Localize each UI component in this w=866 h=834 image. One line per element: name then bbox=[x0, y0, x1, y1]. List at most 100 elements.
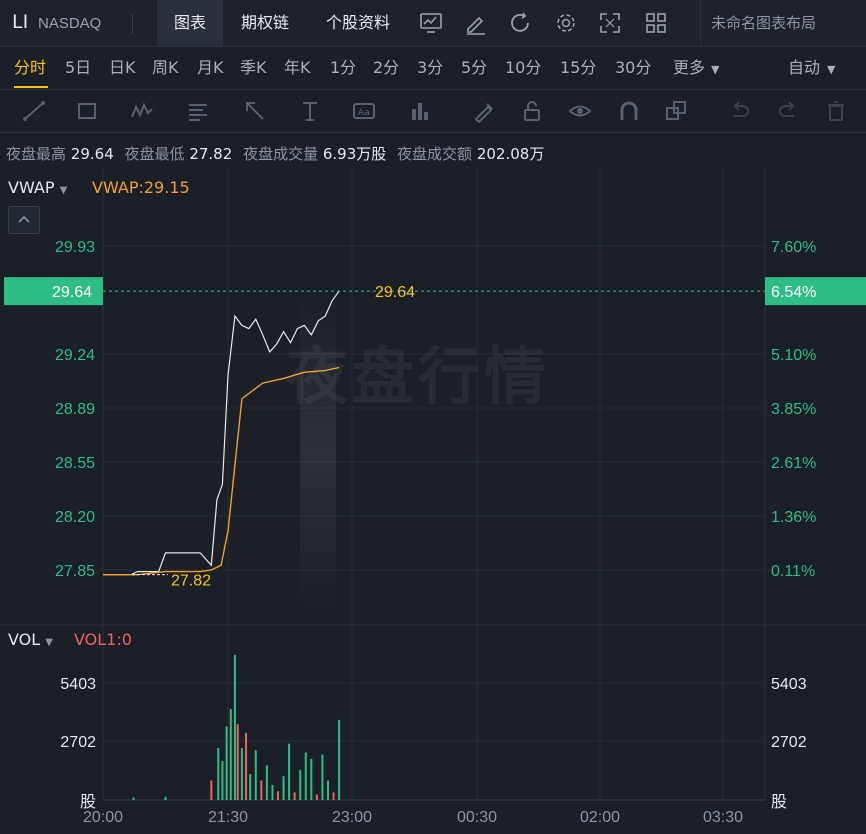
x-tick-label: 23:00 bbox=[332, 809, 372, 826]
chevron-down-icon: ▼ bbox=[827, 63, 836, 76]
y-tick-percent-label: 0.11% bbox=[771, 563, 815, 580]
tab-options-chain[interactable]: 期权链 bbox=[229, 0, 301, 46]
tab-stock-profile[interactable]: 个股资料 bbox=[312, 0, 404, 46]
mode-label: 自动 bbox=[788, 58, 821, 77]
vwap-name-label: VWAP bbox=[8, 178, 55, 197]
pattern-tool-icon[interactable] bbox=[130, 99, 154, 123]
symbol-label[interactable]: LI bbox=[12, 11, 28, 33]
period-5day[interactable]: 5日 bbox=[65, 47, 91, 89]
vwap-indicator-name[interactable]: VWAP ▼ bbox=[8, 178, 67, 197]
last-price-badge-text: 29.64 bbox=[52, 284, 92, 301]
period-timeshare[interactable]: 分时 bbox=[14, 47, 46, 89]
x-tick-label: 21:30 bbox=[208, 809, 248, 826]
y-tick-label: 28.20 bbox=[55, 509, 95, 526]
volume-bar bbox=[327, 780, 329, 800]
edit-icon[interactable] bbox=[464, 11, 488, 35]
period-15min[interactable]: 15分 bbox=[560, 47, 596, 89]
y-tick-label: 29.24 bbox=[55, 347, 95, 364]
refresh-icon[interactable] bbox=[508, 11, 532, 35]
vwap-indicator-value: VWAP:29.15 bbox=[92, 178, 190, 197]
last-percent-badge-text: 6.54% bbox=[771, 284, 816, 301]
y-tick-percent-label: 7.60% bbox=[771, 239, 816, 256]
stat-low-value: 27.82 bbox=[189, 145, 233, 163]
volume-bar bbox=[277, 791, 279, 800]
undo-icon[interactable] bbox=[728, 99, 752, 123]
chevron-down-icon: ▼ bbox=[59, 185, 68, 196]
y-tick-percent-label: 5.10% bbox=[771, 347, 816, 364]
x-tick-label: 20:00 bbox=[83, 809, 123, 826]
label-tool-icon[interactable]: Aa bbox=[352, 99, 376, 123]
price-chart[interactable]: 29.93 29.24 28.89 28.55 28.20 27.85 7.60% 5.10%… bbox=[0, 168, 866, 834]
svg-text:Aa: Aa bbox=[358, 108, 370, 118]
chart-grid bbox=[102, 168, 765, 800]
period-1min[interactable]: 1分 bbox=[330, 47, 356, 89]
volume-tick-label: 2702 bbox=[771, 734, 807, 751]
chevron-up-icon bbox=[18, 215, 30, 223]
tab-chart[interactable]: 图表 bbox=[157, 0, 223, 46]
period-quarter-k[interactable]: 季K bbox=[240, 47, 267, 89]
text-tool-icon[interactable] bbox=[298, 99, 322, 123]
trash-icon[interactable] bbox=[824, 99, 848, 123]
x-tick-label: 00:30 bbox=[457, 809, 497, 826]
period-3min[interactable]: 3分 bbox=[417, 47, 443, 89]
volume-profile-icon[interactable] bbox=[408, 99, 432, 123]
volume-name-label: VOL bbox=[8, 630, 41, 649]
y-tick-label: 27.85 bbox=[55, 563, 95, 580]
volume-bar bbox=[265, 765, 268, 800]
layout-name-button[interactable]: 未命名图表布局 bbox=[700, 0, 866, 46]
fullscreen-icon[interactable] bbox=[598, 11, 622, 35]
eye-icon[interactable] bbox=[568, 99, 592, 123]
volume-bar bbox=[210, 780, 213, 800]
brush-icon[interactable] bbox=[472, 99, 496, 123]
price-markers: 29.64 27.82 29.64 6.54% bbox=[4, 277, 866, 590]
grid-layout-icon[interactable] bbox=[644, 11, 668, 35]
low-price-label: 27.82 bbox=[171, 573, 211, 590]
period-30min[interactable]: 30分 bbox=[615, 47, 651, 89]
volume-bar bbox=[315, 794, 318, 800]
volume-bar bbox=[282, 776, 285, 800]
gear-icon[interactable] bbox=[554, 11, 578, 35]
stat-high-value: 29.64 bbox=[70, 145, 114, 163]
period-month-k[interactable]: 月K bbox=[197, 47, 224, 89]
y-tick-label: 28.89 bbox=[55, 401, 95, 418]
volume-bar bbox=[321, 754, 324, 800]
volume-bars bbox=[132, 654, 341, 800]
period-day-k[interactable]: 日K bbox=[109, 47, 136, 89]
arrow-tool-icon[interactable] bbox=[243, 99, 267, 123]
layers-icon[interactable] bbox=[664, 99, 688, 123]
period-2min[interactable]: 2分 bbox=[373, 47, 399, 89]
volume-bar bbox=[254, 750, 257, 800]
y-tick-label: 29.93 bbox=[55, 239, 95, 256]
period-more[interactable]: 更多 ▼ bbox=[673, 47, 719, 89]
volume-bar bbox=[271, 784, 274, 800]
redo-icon[interactable] bbox=[776, 99, 800, 123]
line-tool-icon[interactable] bbox=[22, 99, 46, 123]
volume-indicator-name[interactable]: VOL ▼ bbox=[8, 630, 53, 649]
mode-select[interactable]: 自动 ▼ bbox=[788, 47, 835, 89]
exchange-label: NASDAQ bbox=[38, 15, 102, 32]
period-year-k[interactable]: 年K bbox=[284, 47, 311, 89]
period-5min[interactable]: 5分 bbox=[461, 47, 487, 89]
volume-tick-label: 2702 bbox=[60, 734, 96, 751]
collapse-button[interactable] bbox=[8, 206, 40, 234]
volume-bar bbox=[229, 709, 232, 800]
period-week-k[interactable]: 周K bbox=[152, 47, 179, 89]
active-period-indicator bbox=[14, 86, 48, 88]
chart-icon[interactable] bbox=[419, 11, 443, 35]
more-label: 更多 bbox=[673, 58, 706, 77]
rectangle-tool-icon[interactable] bbox=[75, 99, 99, 123]
volume-bar bbox=[164, 796, 167, 800]
watermark: 夜盘行情 bbox=[286, 340, 551, 413]
period-10min[interactable]: 10分 bbox=[505, 47, 541, 89]
chevron-down-icon: ▼ bbox=[711, 63, 720, 76]
volume-indicator-value: VOL1:0 bbox=[74, 630, 132, 649]
volume-bar bbox=[233, 654, 236, 800]
volume-unit-label: 股 bbox=[771, 793, 787, 811]
magnet-icon[interactable] bbox=[617, 99, 641, 123]
volume-tick-label: 5403 bbox=[60, 676, 96, 693]
fib-tool-icon[interactable] bbox=[186, 99, 210, 123]
y-tick-percent-label: 3.85% bbox=[771, 401, 816, 418]
volume-bar bbox=[332, 792, 335, 800]
lock-icon[interactable] bbox=[520, 99, 544, 123]
y-tick-label: 28.55 bbox=[55, 455, 95, 472]
